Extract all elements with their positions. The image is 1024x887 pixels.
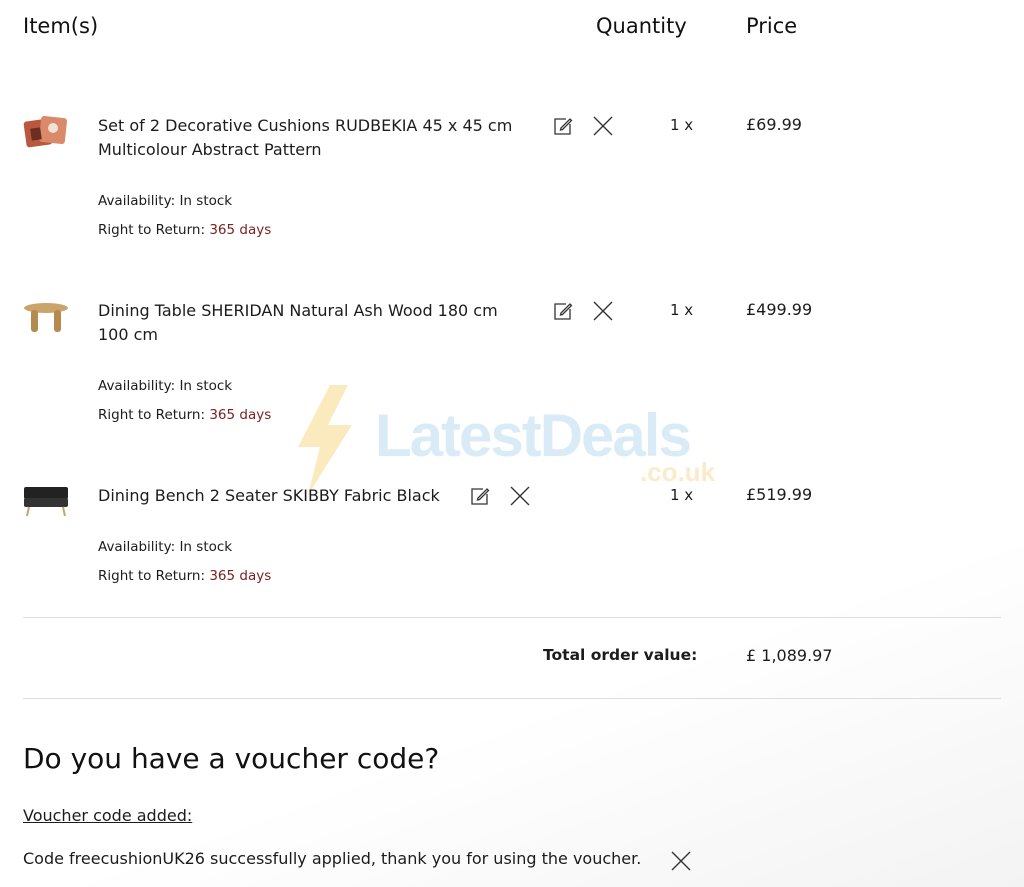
return-text: Right to Return: 365 days xyxy=(98,568,271,584)
return-text: Right to Return: 365 days xyxy=(98,222,271,238)
voucher-added-link[interactable]: Voucher code added: xyxy=(23,806,192,825)
return-label: Right to Return: xyxy=(98,222,206,238)
close-icon[interactable] xyxy=(509,485,531,507)
availability-text: Availability: In stock xyxy=(98,378,232,394)
item-price: £519.99 xyxy=(746,485,813,504)
close-icon[interactable] xyxy=(592,300,614,322)
item-name-line: Set of 2 Decorative Cushions RUDBEKIA 45… xyxy=(98,116,513,135)
return-value: 365 days xyxy=(209,407,272,423)
item-quantity: 1 x xyxy=(670,301,694,319)
total-value: £ 1,089.97 xyxy=(746,646,833,665)
price-column-header: Price xyxy=(746,14,798,38)
return-value: 365 days xyxy=(209,222,272,238)
divider xyxy=(23,617,1001,618)
total-label: Total order value: xyxy=(543,646,698,664)
availability-value: In stock xyxy=(179,539,233,555)
item-name[interactable]: Set of 2 Decorative Cushions RUDBEKIA 45… xyxy=(98,114,512,162)
edit-icon[interactable] xyxy=(552,300,574,322)
item-quantity: 1 x xyxy=(670,486,694,504)
availability-text: Availability: In stock xyxy=(98,193,232,209)
voucher-message: Code freecushionUK26 successfully applie… xyxy=(23,849,642,868)
items-column-header: Item(s) xyxy=(23,14,99,38)
bench-thumbnail[interactable] xyxy=(23,481,69,521)
availability-value: In stock xyxy=(179,378,233,394)
watermark-brand: LatestDeals xyxy=(375,402,692,469)
edit-icon[interactable] xyxy=(469,485,491,507)
item-name[interactable]: Dining Bench 2 Seater SKIBBY Fabric Blac… xyxy=(98,484,440,508)
item-name-line: 100 cm xyxy=(98,325,159,344)
close-icon[interactable] xyxy=(670,850,692,872)
watermark: LatestDeals .co.uk xyxy=(290,385,715,499)
availability-label: Availability: xyxy=(98,539,176,555)
quantity-column-header: Quantity xyxy=(596,14,687,38)
item-name-line: Dining Bench 2 Seater SKIBBY Fabric Blac… xyxy=(98,486,440,505)
edit-icon[interactable] xyxy=(552,115,574,137)
watermark-domain: .co.uk xyxy=(640,457,716,487)
close-icon[interactable] xyxy=(592,115,614,137)
lightning-icon xyxy=(298,385,352,495)
table-thumbnail[interactable] xyxy=(23,298,69,338)
return-text: Right to Return: 365 days xyxy=(98,407,271,423)
availability-label: Availability: xyxy=(98,378,176,394)
availability-label: Availability: xyxy=(98,193,176,209)
return-label: Right to Return: xyxy=(98,407,206,423)
item-name-line: Multicolour Abstract Pattern xyxy=(98,140,322,159)
item-price: £499.99 xyxy=(746,300,813,319)
return-label: Right to Return: xyxy=(98,568,206,584)
voucher-heading: Do you have a voucher code? xyxy=(23,742,440,775)
return-value: 365 days xyxy=(209,568,272,584)
availability-text: Availability: In stock xyxy=(98,539,232,555)
item-name[interactable]: Dining Table SHERIDAN Natural Ash Wood 1… xyxy=(98,299,498,347)
item-quantity: 1 x xyxy=(670,116,694,134)
availability-value: In stock xyxy=(179,193,233,209)
item-name-line: Dining Table SHERIDAN Natural Ash Wood 1… xyxy=(98,301,498,320)
item-price: £69.99 xyxy=(746,115,802,134)
cushions-thumbnail[interactable] xyxy=(23,112,69,152)
divider xyxy=(23,698,1001,699)
